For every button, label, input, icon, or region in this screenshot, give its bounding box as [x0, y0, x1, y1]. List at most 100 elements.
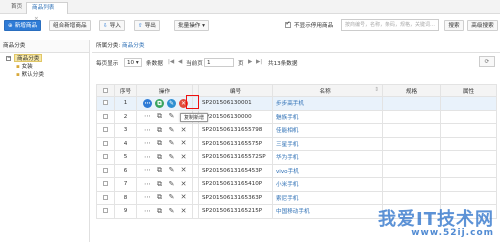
edit-icon[interactable]: ✎: [167, 112, 176, 121]
table-row[interactable]: 1 ⋯ ⧉ ✎ ✕ SP201506130001 步步高手机: [96, 96, 497, 111]
edit-icon[interactable]: ✎: [167, 180, 176, 189]
copy-add-icon[interactable]: ⧉: [155, 126, 164, 135]
row-select-cell[interactable]: [96, 136, 115, 151]
export-button[interactable]: ⇧ 导出: [134, 20, 160, 31]
row-checkbox[interactable]: [103, 154, 108, 160]
more-icon[interactable]: ⋯: [143, 126, 152, 135]
edit-icon[interactable]: ✎: [167, 98, 176, 108]
search-input[interactable]: 按商编号，名称，条码，规格，关键词…: [341, 19, 439, 31]
row-checkbox[interactable]: [103, 167, 108, 173]
edit-icon[interactable]: ✎: [167, 207, 176, 216]
more-icon[interactable]: ⋯: [143, 207, 152, 216]
prev-page-icon[interactable]: ◀: [178, 59, 182, 65]
delete-icon[interactable]: ✕: [179, 207, 188, 216]
tab-product-list[interactable]: 商品列表 ×: [26, 2, 68, 22]
row-select-cell[interactable]: [96, 177, 115, 192]
row-select-cell[interactable]: [96, 150, 115, 165]
more-icon[interactable]: ⋯: [143, 193, 152, 202]
advanced-search-button[interactable]: 高级搜索: [467, 20, 498, 31]
row-name[interactable]: 中国移动手机: [272, 204, 383, 219]
combo-add-button[interactable]: 组合新增商品: [49, 20, 91, 31]
tree-node-womens[interactable]: ▪ 女装: [16, 63, 33, 71]
sort-icon[interactable]: ⇕: [374, 87, 379, 93]
row-name[interactable]: 魅族手机: [272, 109, 383, 124]
first-page-icon[interactable]: |◀: [168, 59, 174, 65]
more-icon[interactable]: ⋯: [143, 98, 152, 108]
delete-icon[interactable]: ✕: [179, 153, 188, 162]
delete-icon[interactable]: ✕: [179, 166, 188, 175]
select-all-checkbox[interactable]: [103, 87, 108, 93]
row-name[interactable]: 华为手机: [272, 150, 383, 165]
last-page-icon[interactable]: ▶|: [256, 59, 262, 65]
more-icon[interactable]: ⋯: [143, 112, 152, 121]
row-name[interactable]: 佳能相机: [272, 123, 383, 138]
row-name[interactable]: 三星手机: [272, 136, 383, 151]
more-icon[interactable]: ⋯: [143, 153, 152, 162]
table-row[interactable]: 8 ⋯ ⧉ ✎ ✕ SP20150613165363P 索尼手机: [96, 190, 497, 205]
table-row[interactable]: 7 ⋯ ⧉ ✎ ✕ SP20150613165410P 小米手机: [96, 177, 497, 192]
batch-operation-label: 批量操作: [178, 23, 201, 29]
add-product-button[interactable]: ⊕ 新增商品: [4, 20, 42, 31]
more-icon[interactable]: ⋯: [143, 166, 152, 175]
edit-icon[interactable]: ✎: [167, 126, 176, 135]
row-select-cell[interactable]: [96, 96, 115, 111]
row-actions: ⋯⧉✎✕: [136, 190, 193, 205]
per-page-select[interactable]: 10 ▾: [124, 58, 142, 67]
row-name[interactable]: 步步高手机: [272, 96, 383, 111]
row-code: SP20150613165572SP: [198, 150, 273, 165]
table-row[interactable]: 5 ⋯ ⧉ ✎ ✕ SP20150613165572SP 华为手机: [96, 150, 497, 165]
copy-add-icon[interactable]: ⧉: [155, 139, 164, 148]
row-select-cell[interactable]: [96, 109, 115, 124]
row-select-cell[interactable]: [96, 204, 115, 219]
delete-icon[interactable]: ✕: [179, 126, 188, 135]
row-checkbox[interactable]: [103, 140, 108, 146]
tree-node-default[interactable]: ▪ 默认分类: [16, 71, 44, 79]
edit-icon[interactable]: ✎: [167, 166, 176, 175]
row-checkbox[interactable]: [103, 113, 108, 119]
search-button[interactable]: 搜索: [444, 20, 464, 31]
copy-add-icon[interactable]: ⧉: [155, 153, 164, 162]
tree-fold-icon[interactable]: −: [6, 54, 13, 62]
row-select-cell[interactable]: [96, 190, 115, 205]
more-icon[interactable]: ⋯: [143, 139, 152, 148]
table-row[interactable]: 6 ⋯ ⧉ ✎ ✕ SP20150613165453P vivo手机: [96, 163, 497, 178]
more-icon[interactable]: ⋯: [143, 180, 152, 189]
select-all-header[interactable]: [96, 84, 115, 97]
table-row[interactable]: 2⋯⧉✎✕SP201506130000魅族手机: [96, 109, 497, 124]
row-name[interactable]: 索尼手机: [272, 190, 383, 205]
batch-operation-dropdown[interactable]: 批量操作 ▾: [174, 20, 209, 31]
refresh-button[interactable]: ⟳: [479, 56, 495, 67]
row-code: SP20150613165215P: [198, 204, 273, 219]
copy-add-icon[interactable]: ⧉: [155, 207, 164, 216]
tree-node-root[interactable]: 商品分类: [14, 54, 43, 62]
copy-add-icon[interactable]: ⧉: [155, 180, 164, 189]
edit-icon[interactable]: ✎: [167, 139, 176, 148]
copy-add-icon[interactable]: ⧉: [155, 98, 164, 108]
row-name[interactable]: 小米手机: [272, 177, 383, 192]
table-row[interactable]: 4 ⋯ ⧉ ✎ ✕ SP20150613165575P 三星手机: [96, 136, 497, 151]
copy-add-icon[interactable]: ⧉: [155, 193, 164, 202]
delete-icon[interactable]: ✕: [179, 180, 188, 189]
table-row[interactable]: 3 ⋯ ⧉ ✎ ✕ SP201506131655798 佳能相机: [96, 123, 497, 138]
row-checkbox[interactable]: [103, 194, 108, 200]
row-checkbox[interactable]: [103, 127, 108, 133]
next-page-icon[interactable]: ▶: [248, 59, 252, 65]
row-checkbox[interactable]: [103, 181, 108, 187]
edit-icon[interactable]: ✎: [167, 193, 176, 202]
row-select-cell[interactable]: [96, 123, 115, 138]
edit-icon[interactable]: ✎: [167, 153, 176, 162]
page-input[interactable]: 1: [204, 58, 234, 67]
copy-add-icon[interactable]: ⧉: [155, 166, 164, 175]
hide-disabled-checkbox[interactable]: [285, 20, 291, 28]
row-select-cell[interactable]: [96, 163, 115, 178]
import-button[interactable]: ⇩ 导入: [99, 20, 125, 31]
row-checkbox[interactable]: [103, 100, 108, 106]
category-crumb[interactable]: 商品分类: [122, 43, 144, 49]
tab-home[interactable]: 首页: [6, 2, 27, 14]
copy-add-icon[interactable]: ⧉: [155, 112, 164, 121]
row-name[interactable]: vivo手机: [272, 163, 383, 178]
delete-icon[interactable]: ✕: [179, 193, 188, 202]
delete-icon[interactable]: ✕: [179, 139, 188, 148]
row-checkbox[interactable]: [103, 208, 108, 214]
row-attr: [440, 190, 497, 205]
